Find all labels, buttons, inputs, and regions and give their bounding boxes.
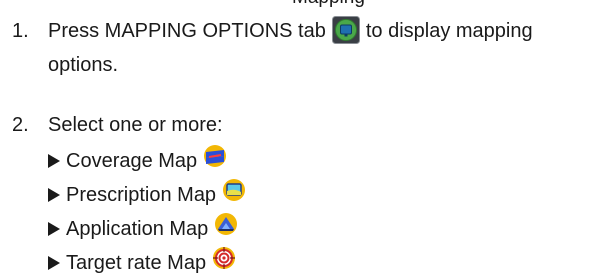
option-label: Target rate Map xyxy=(66,251,207,274)
option-target-rate-map: Target rate Map xyxy=(48,246,236,279)
mapping-options-tab-icon xyxy=(331,15,360,44)
step-text-after: to display mapping xyxy=(365,20,533,42)
bullet-triangle-icon xyxy=(48,187,60,202)
step-1-continuation: options. xyxy=(48,54,119,76)
bullet-triangle-icon xyxy=(48,153,60,168)
option-label: Coverage Map xyxy=(66,149,198,172)
option-prescription-map: Prescription Map xyxy=(48,178,246,211)
step-2: 2. Select one or more: xyxy=(12,108,223,142)
step-number: 2. xyxy=(12,114,29,136)
bullet-triangle-icon xyxy=(48,255,60,270)
option-label: Prescription Map xyxy=(66,183,217,206)
instruction-document: Mapping 1. Press MAPPING OPTIONS tab to d… xyxy=(0,0,590,280)
option-coverage-map: Coverage Map xyxy=(48,144,227,177)
option-label: Application Map xyxy=(66,217,209,240)
cut-off-heading: Mapping xyxy=(292,0,365,9)
step-number: 1. xyxy=(12,20,29,42)
step-text-before: Press MAPPING OPTIONS tab xyxy=(48,20,326,42)
bullet-triangle-icon xyxy=(48,221,60,236)
step-text: Select one or more: xyxy=(48,114,223,136)
target-rate-map-icon xyxy=(212,246,236,279)
coverage-map-icon xyxy=(203,144,227,177)
step-1: 1. Press MAPPING OPTIONS tab to display m… xyxy=(12,14,533,48)
application-map-icon xyxy=(214,212,238,245)
option-application-map: Application Map xyxy=(48,212,238,245)
prescription-map-icon xyxy=(222,178,246,211)
